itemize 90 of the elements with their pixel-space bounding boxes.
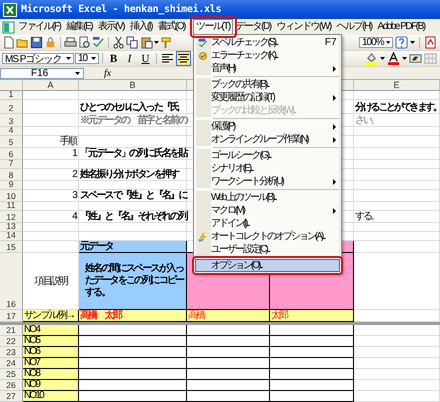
cell-text: 4 [71, 211, 78, 222]
cell-text: 1 [71, 148, 78, 159]
row-header[interactable]: 22 [0, 336, 23, 347]
cell-text: 高橋 太郎 [79, 310, 122, 321]
row-header[interactable]: 2 [0, 100, 23, 114]
cell-text: スペースで『姓』と『名』に [79, 190, 187, 201]
row-header[interactable]: 15 [0, 241, 23, 253]
menu-option[interactable]: 変更履歴の記録(T) [194, 91, 340, 104]
menu-option[interactable]: 保護(P) [194, 120, 340, 133]
row-header[interactable]: 25 [0, 369, 23, 380]
row-header[interactable]: 14 [0, 232, 23, 241]
cell-text: 「元データ」の列に氏名を貼 [79, 148, 187, 159]
window-title: Microsoft Excel - henkan_shimei.xls [21, 4, 222, 15]
menu-option[interactable]: エラー チェック(K)... [194, 49, 340, 62]
menu-item[interactable]: 編集(E) [63, 19, 96, 35]
cell-text: NO10 [23, 390, 43, 401]
menu-item[interactable]: 書式(O) [154, 19, 188, 35]
menu-item[interactable]: データ(D) [232, 19, 274, 35]
underline-button[interactable]: U [138, 51, 153, 66]
italic-button[interactable]: I [122, 51, 137, 66]
row-header[interactable]: 3 [0, 114, 23, 127]
row-header[interactable]: 4 [0, 127, 23, 136]
row-header[interactable]: 16 [0, 253, 23, 310]
row-header[interactable]: 26 [0, 380, 23, 391]
cell-text: 元データ [79, 241, 113, 252]
cell-text: 姓名振り分けボタンを押す [79, 169, 178, 180]
cell-text: 分けることができます。 [354, 102, 440, 113]
cell-text: NO4 [23, 324, 40, 335]
cell-text: NO8 [23, 368, 40, 379]
menu-item[interactable]: ウィンドウ(W) [274, 19, 334, 35]
row-header[interactable]: 24 [0, 358, 23, 369]
menu-item[interactable]: Adobe PDF(B) [374, 19, 428, 35]
row-header[interactable]: 1 [0, 91, 23, 100]
cell-text: 2 [71, 169, 78, 180]
menu-option[interactable]: マクロ(M) [194, 204, 340, 217]
column-header[interactable]: A [23, 80, 79, 91]
cell-text: NO5 [23, 335, 40, 346]
menu-option[interactable]: ブックの共有(B)... [194, 78, 340, 91]
menu-option[interactable]: オンライン グループ作業(N) [194, 133, 340, 146]
row-header[interactable]: 11 [0, 202, 23, 211]
row-header[interactable]: 10 [0, 190, 23, 202]
row-header[interactable]: 7 [0, 160, 23, 169]
menu-option[interactable]: ワークシート分析(U) [194, 175, 340, 188]
menu-item[interactable]: 表示(V) [95, 19, 127, 35]
menu-option[interactable]: オプション(O)... [194, 259, 340, 272]
cell-text: する。 [354, 211, 378, 222]
font-size-field[interactable]: 10 [75, 53, 99, 64]
row-header[interactable]: 21 [0, 325, 23, 336]
menu-item[interactable]: ツール(T) [192, 19, 233, 35]
menu-option[interactable]: オートコレクトのオプション(A)... [194, 230, 340, 243]
menu-option[interactable]: ゴール シーク(G)... [194, 149, 340, 162]
cell-text: さい。 [354, 115, 378, 126]
row-header[interactable]: 27 [0, 391, 23, 402]
cell-text: 3 [71, 190, 78, 201]
function-button[interactable]: fx [104, 68, 112, 78]
name-box[interactable]: F16 [0, 68, 84, 78]
row-header[interactable]: 13 [0, 223, 23, 232]
menu-option[interactable]: スペル チェック(S)... F7 [194, 36, 340, 49]
menu-option[interactable]: アドイン(I)... [194, 217, 340, 230]
cell-text: NO6 [23, 346, 40, 357]
cell-text: NO7 [23, 357, 40, 368]
menu-option[interactable]: 音声(H) [194, 62, 340, 75]
bold-button[interactable]: B [106, 51, 121, 66]
cell-text: 項目説明 [34, 276, 68, 286]
cell-text: 『姓』と『名』それぞれの列 [79, 211, 187, 222]
row-header[interactable]: 6 [0, 148, 23, 160]
column-header[interactable]: B [79, 80, 187, 91]
row-header[interactable]: 12 [0, 211, 23, 223]
zoom-field[interactable]: 100% [359, 37, 393, 48]
cell-text: ※元データの 苗字と名前の [79, 115, 187, 126]
cell-text: サンプル/例→ [23, 310, 74, 321]
cell-text: 姓名の間にスペースが入ったデータをこの列にコピーする。 [84, 263, 185, 299]
menu-option[interactable]: Web 上のツール(B)... [194, 191, 340, 204]
row-header[interactable]: 17 [0, 310, 23, 322]
menu-option[interactable]: ユーザー設定(C)... [194, 243, 340, 256]
column-header[interactable]: E [354, 80, 440, 91]
menu-item[interactable]: 挿入(I) [126, 19, 155, 35]
cell-text: 太郎 [270, 310, 288, 321]
row-header[interactable]: 23 [0, 347, 23, 358]
cell-text: 高橋 [187, 310, 204, 321]
menu-option[interactable]: シナリオ(E)... [194, 162, 340, 175]
row-header[interactable]: 8 [0, 169, 23, 181]
row-header[interactable]: 5 [0, 136, 23, 148]
menu-item[interactable]: ヘルプ(H) [334, 19, 375, 35]
row-header[interactable]: 9 [0, 181, 23, 190]
font-field[interactable]: MS Pゴシック [2, 53, 74, 64]
cell-text: NO9 [23, 379, 40, 390]
cell-text: 手順 [58, 136, 78, 147]
cell-text: ひとつのセルに入った『氏 [79, 102, 178, 113]
menu-item[interactable]: ファイル(F) [15, 19, 64, 35]
